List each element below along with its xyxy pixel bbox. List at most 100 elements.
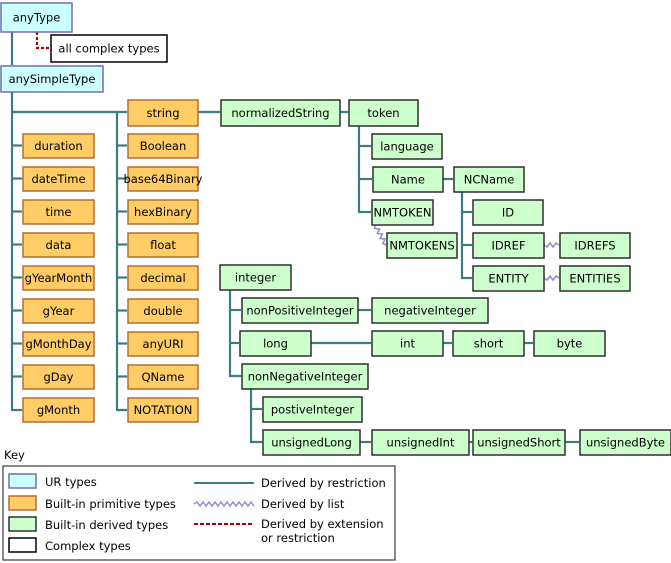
type-box-string: string (127, 99, 199, 127)
type-label: string (146, 106, 179, 120)
type-box-date-time: dateTime (22, 166, 95, 192)
key-label: Built-in primitive types (45, 497, 176, 511)
key-line-label-2: or restriction (261, 531, 335, 545)
key-item-built-in-derived-types: Built-in derived types (8, 516, 168, 532)
type-label: int (400, 337, 415, 351)
key-title: Key (4, 448, 25, 462)
type-box-int: int (371, 330, 444, 357)
type-box-data: data (22, 232, 95, 258)
type-box-time: time (22, 199, 95, 225)
type-box-nc-name: NCName (453, 166, 525, 193)
type-label: time (46, 205, 72, 219)
type-label: all complex types (58, 42, 159, 56)
type-label: NOTATION (134, 403, 193, 417)
type-label: token (367, 106, 399, 120)
type-box-any-simple-type: anySimpleType (0, 65, 104, 93)
type-box-language: language (371, 133, 443, 160)
type-label: dateTime (31, 172, 85, 186)
type-box-notation: NOTATION (127, 397, 199, 423)
edge-anytype-to-all-complex-types (35, 32, 50, 50)
type-box-decimal: decimal (127, 265, 199, 291)
key-swatch (8, 473, 37, 489)
type-box-q-name: QName (127, 364, 199, 390)
type-label: unsignedByte (586, 436, 665, 450)
type-label: unsignedShort (477, 436, 561, 450)
key-line-label: Derived by extension (261, 517, 384, 531)
trunk-ncname-children (460, 192, 472, 280)
type-box-duration: duration (22, 133, 95, 159)
type-label: nonPositiveInteger (246, 304, 354, 318)
type-label: unsignedInt (387, 436, 455, 450)
type-label: anySimpleType (9, 72, 96, 86)
type-label: language (380, 140, 434, 154)
type-label: Name (391, 173, 425, 187)
type-label: nonNegativeInteger (248, 370, 363, 384)
type-label: ID (502, 206, 514, 220)
type-label: IDREF (491, 239, 525, 253)
type-label: duration (34, 139, 82, 153)
type-label: Boolean (140, 139, 187, 153)
type-box-unsigned-short: unsignedShort (472, 429, 566, 456)
key-label: UR types (45, 475, 97, 489)
edge-idref-to-idrefs (543, 241, 560, 249)
type-box-double: double (127, 298, 199, 324)
type-box-hex-binary: hexBinary (127, 199, 199, 225)
type-box-non-negative-integer: nonNegativeInteger (241, 363, 369, 390)
type-label: decimal (140, 271, 185, 285)
type-label: ENTITY (488, 272, 529, 286)
key-line-label: Derived by restriction (261, 476, 386, 490)
type-box-nmtoken: NMTOKEN (371, 199, 434, 226)
type-label: normalizedString (231, 106, 329, 120)
type-box-non-positive-integer: nonPositiveInteger (241, 297, 359, 324)
type-label: long (263, 337, 288, 351)
type-box-float: float (127, 232, 199, 258)
type-box-boolean: Boolean (127, 133, 199, 159)
type-label: NMTOKEN (373, 206, 431, 220)
key-legend: Key UR types Built-in primitive types Buil… (2, 448, 396, 561)
trunk-middle-column (115, 112, 127, 412)
type-label: unsignedLong (271, 436, 352, 450)
key-swatch (8, 516, 37, 532)
type-box-idref: IDREF (472, 232, 545, 259)
type-box-unsigned-byte: unsignedByte (579, 429, 671, 456)
type-boxes: anyType all complex types anySimpleType str… (0, 2, 671, 456)
type-box-short: short (452, 330, 525, 357)
key-item-built-in-primitive-types: Built-in primitive types (8, 495, 176, 511)
type-label: NMTOKENS (389, 239, 454, 253)
type-box-name: Name (372, 166, 444, 193)
type-box-any-uri: anyURI (127, 331, 199, 357)
type-label: NCName (464, 173, 515, 187)
type-label: double (143, 304, 182, 318)
type-label: gDay (43, 370, 73, 384)
edge-nmtoken-to-nmtokens (373, 224, 387, 246)
type-label: float (150, 238, 176, 252)
key-label: Built-in derived types (45, 518, 168, 532)
type-box-integer: integer (219, 264, 292, 291)
trunk-nonnegativeinteger-children (249, 389, 262, 444)
type-label: hexBinary (134, 205, 192, 219)
type-label: anyURI (143, 337, 184, 351)
key-item-ur-types: UR types (8, 473, 97, 489)
type-label: integer (235, 271, 276, 285)
type-box-id: ID (472, 199, 544, 226)
type-box-negative-integer: negativeInteger (371, 297, 489, 324)
type-label: gMonthDay (25, 337, 91, 351)
type-box-unsigned-long: unsignedLong (262, 429, 361, 456)
type-box-g-day: gDay (22, 364, 95, 390)
type-box-g-year-month: gYearMonth (22, 265, 95, 291)
type-box-g-month: gMonth (22, 397, 95, 423)
type-box-postive-integer: postiveInteger (262, 396, 363, 423)
type-box-entities: ENTITIES (559, 265, 631, 292)
type-label: ENTITIES (569, 272, 620, 286)
type-label: IDREFS (574, 239, 615, 253)
type-label: negativeInteger (384, 304, 476, 318)
type-label: byte (557, 337, 583, 351)
type-box-entity: ENTITY (472, 265, 545, 292)
type-label: QName (142, 370, 185, 384)
type-hierarchy-diagram: anyType all complex types anySimpleType str… (0, 2, 671, 561)
type-label: gMonth (37, 403, 80, 417)
type-box-byte: byte (533, 330, 606, 357)
trunk-token-children (357, 126, 371, 214)
key-item-complex-types: Complex types (8, 537, 131, 553)
trunk-left-column (10, 92, 22, 412)
